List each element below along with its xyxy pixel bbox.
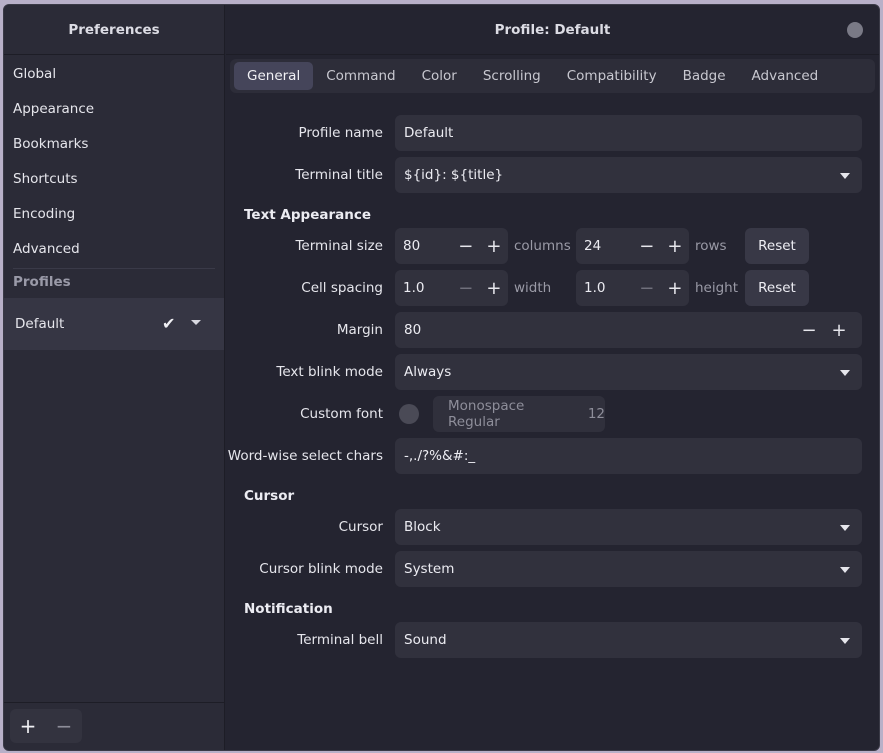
tab-advanced[interactable]: Advanced [739, 62, 832, 90]
add-profile-button[interactable]: + [10, 709, 46, 743]
preferences-window: Preferences Global Appearance Bookmarks … [3, 4, 880, 751]
profile-name-input[interactable]: Default [395, 115, 862, 151]
columns-decrease-button[interactable]: − [452, 236, 480, 257]
sidebar-title: Preferences [4, 5, 224, 55]
cell-width-decrease-button[interactable]: − [452, 278, 480, 299]
sidebar-footer: + − [4, 702, 224, 750]
terminal-title-label: Terminal title [295, 167, 383, 183]
tab-compatibility[interactable]: Compatibility [554, 62, 670, 90]
cursor-label: Cursor [338, 519, 383, 535]
columns-spinbutton[interactable]: 80 − + [395, 228, 508, 264]
cursor-shape-value: Block [404, 519, 441, 535]
word-select-label: Word-wise select chars [227, 448, 383, 464]
main-header: Profile: Default [226, 5, 879, 55]
text-appearance-heading: Text Appearance [244, 207, 372, 223]
rows-spinbutton[interactable]: 24 − + [576, 228, 689, 264]
cell-height-decrease-button[interactable]: − [633, 278, 661, 299]
terminal-bell-label: Terminal bell [297, 632, 383, 648]
profile-name-label: Profile name [298, 125, 383, 141]
page-title: Profile: Default [494, 21, 611, 38]
close-button[interactable] [847, 22, 863, 38]
cell-height-unit: height [695, 280, 739, 296]
rows-increase-button[interactable]: + [661, 236, 689, 257]
notification-heading: Notification [244, 601, 333, 617]
custom-font-label: Custom font [300, 406, 383, 422]
tab-general[interactable]: General [234, 62, 314, 90]
rows-unit: rows [695, 238, 727, 254]
word-select-input[interactable]: -,./?%&#:_ [395, 438, 862, 474]
terminal-title-dropdown[interactable]: ${id}: ${title} [395, 157, 862, 193]
chevron-down-icon [840, 567, 850, 573]
text-blink-mode-dropdown[interactable]: Always [395, 354, 862, 390]
tab-bar: General Command Color Scrolling Compatib… [230, 59, 875, 93]
cell-width-value: 1.0 [403, 280, 425, 296]
sidebar-item-bookmarks[interactable]: Bookmarks [4, 126, 224, 161]
tab-badge[interactable]: Badge [670, 62, 739, 90]
cursor-blink-mode-value: System [404, 561, 455, 577]
font-name: Monospace Regular [448, 398, 525, 430]
cell-spacing-label: Cell spacing [301, 280, 383, 296]
profiles-heading: Profiles [13, 274, 71, 290]
cursor-blink-mode-dropdown[interactable]: System [395, 551, 862, 587]
cursor-shape-dropdown[interactable]: Block [395, 509, 862, 545]
sidebar: Preferences Global Appearance Bookmarks … [4, 5, 225, 750]
profile-add-remove-group: + − [10, 709, 82, 743]
tab-command[interactable]: Command [313, 62, 408, 90]
profile-item-default[interactable]: Default ✔ [4, 298, 224, 350]
columns-unit: columns [514, 238, 571, 254]
cursor-heading: Cursor [244, 488, 295, 504]
columns-value: 80 [403, 238, 421, 254]
text-blink-mode-label: Text blink mode [276, 364, 383, 380]
cell-width-unit: width [514, 280, 552, 296]
rows-value: 24 [584, 238, 602, 254]
remove-profile-button[interactable]: − [46, 709, 82, 743]
tab-scrolling[interactable]: Scrolling [470, 62, 554, 90]
tab-color[interactable]: Color [409, 62, 470, 90]
margin-decrease-button[interactable]: − [794, 320, 824, 341]
sidebar-item-appearance[interactable]: Appearance [4, 91, 224, 126]
profile-label: Default [15, 316, 65, 332]
sidebar-item-advanced[interactable]: Advanced [4, 231, 224, 266]
sidebar-item-encoding[interactable]: Encoding [4, 196, 224, 231]
terminal-bell-value: Sound [404, 632, 447, 648]
columns-increase-button[interactable]: + [480, 236, 508, 257]
font-size: 12 [587, 406, 605, 422]
text-blink-mode-value: Always [404, 364, 452, 380]
margin-label: Margin [336, 322, 383, 338]
cell-width-spinbutton[interactable]: 1.0 − + [395, 270, 508, 306]
chevron-down-icon [840, 370, 850, 376]
cell-height-value: 1.0 [584, 280, 606, 296]
sidebar-nav: Global Appearance Bookmarks Shortcuts En… [4, 55, 224, 266]
terminal-size-label: Terminal size [295, 238, 383, 254]
cell-spacing-reset-button[interactable]: Reset [745, 270, 809, 306]
rows-decrease-button[interactable]: − [633, 236, 661, 257]
cursor-blink-mode-label: Cursor blink mode [259, 561, 383, 577]
custom-font-checkbox[interactable] [399, 404, 419, 424]
chevron-down-icon [840, 525, 850, 531]
terminal-title-value: ${id}: ${title} [404, 167, 504, 183]
sidebar-item-global[interactable]: Global [4, 56, 224, 91]
cell-height-spinbutton[interactable]: 1.0 − + [576, 270, 689, 306]
margin-increase-button[interactable]: + [824, 320, 854, 341]
terminal-size-reset-button[interactable]: Reset [745, 228, 809, 264]
terminal-bell-dropdown[interactable]: Sound [395, 622, 862, 658]
profile-menu-chevron-down-icon[interactable] [191, 320, 201, 325]
margin-spinbutton[interactable]: 80 − + [395, 312, 862, 348]
chevron-down-icon [840, 173, 850, 179]
font-chooser-button[interactable]: Monospace Regular 12 [433, 396, 605, 432]
checkmark-icon: ✔ [162, 314, 176, 333]
margin-value: 80 [404, 322, 422, 338]
sidebar-item-shortcuts[interactable]: Shortcuts [4, 161, 224, 196]
main-panel: Profile: Default General Command Color S… [226, 5, 879, 750]
chevron-down-icon [840, 638, 850, 644]
cell-width-increase-button[interactable]: + [480, 278, 508, 299]
cell-height-increase-button[interactable]: + [661, 278, 689, 299]
